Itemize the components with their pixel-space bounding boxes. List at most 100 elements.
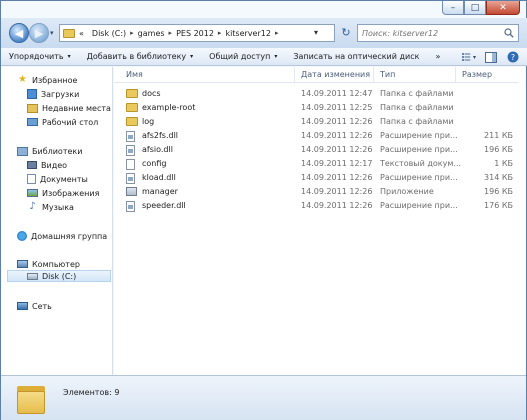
file-name: afsio.dll — [142, 145, 173, 154]
column-divider[interactable] — [294, 67, 295, 83]
nav-homegroup-label: Домашняя группа — [31, 231, 108, 241]
nav-computer[interactable]: Компьютер — [17, 258, 80, 270]
disk-drive-icon — [27, 272, 38, 280]
column-divider[interactable] — [455, 67, 456, 83]
more-commands-button[interactable]: » — [427, 52, 448, 61]
minimize-button[interactable]: – — [442, 1, 464, 15]
breadcrumb-kitserver12[interactable]: kitserver12 — [225, 29, 271, 38]
recent-places-icon — [27, 103, 38, 113]
file-type: Папка с файлами — [380, 117, 454, 126]
item-count: Элементов: 9 — [63, 388, 120, 397]
close-button[interactable]: ✕ — [486, 1, 520, 15]
forward-button[interactable]: ▶ — [29, 23, 49, 43]
column-type[interactable]: Тип — [380, 70, 395, 79]
file-type: Папка с файлами — [380, 89, 454, 98]
share-label: Общий доступ — [209, 52, 271, 61]
file-row[interactable]: kload.dll 14.09.2011 12:26 Расширение при.… — [114, 171, 521, 185]
nav-disk-c[interactable]: Disk (C:) — [7, 270, 111, 282]
address-bar[interactable]: « Disk (C:) ▸ games ▸ PES 2012 ▸ kitserv… — [59, 24, 335, 42]
view-controls: ▾ ? — [462, 50, 520, 64]
file-name: afs2fs.dll — [142, 131, 179, 140]
nav-homegroup[interactable]: Домашняя группа — [17, 230, 107, 242]
breadcrumb-disk[interactable]: Disk (C:) — [92, 29, 126, 38]
search-icon[interactable] — [504, 28, 514, 38]
nav-video[interactable]: Видео — [27, 159, 67, 171]
list-view-icon — [462, 53, 471, 61]
share-menu[interactable]: Общий доступ ▾ — [201, 52, 285, 61]
add-to-library-menu[interactable]: Добавить в библиотеку ▾ — [79, 52, 202, 61]
breadcrumb-separator[interactable]: ▸ — [169, 29, 173, 37]
file-type: Папка с файлами — [380, 103, 454, 112]
file-row[interactable]: afsio.dll 14.09.2011 12:26 Расширение при.… — [114, 143, 521, 157]
file-type: Расширение при... — [380, 131, 458, 140]
back-button[interactable]: ◀ — [9, 23, 29, 43]
folder-icon — [126, 103, 138, 112]
explorer-window: – □ ✕ ◀ ▶ ▾ « Disk (C:) ▸ games ▸ PES 20… — [0, 0, 527, 420]
nav-video-label: Видео — [41, 160, 68, 170]
maximize-button[interactable]: □ — [464, 1, 486, 15]
burn-button[interactable]: Записать на оптический диск — [285, 52, 427, 61]
search-box[interactable] — [357, 24, 519, 42]
file-row[interactable]: config 14.09.2011 12:17 Текстовый докум...… — [114, 157, 521, 171]
file-name: example-root — [142, 103, 196, 112]
view-options-button[interactable]: ▾ — [462, 50, 476, 64]
file-row[interactable]: manager 14.09.2011 12:26 Приложение 196 КБ — [114, 185, 521, 199]
nav-documents[interactable]: Документы — [27, 173, 88, 185]
file-type: Приложение — [380, 187, 434, 196]
music-icon: ♪ — [29, 201, 36, 212]
dll-file-icon — [126, 173, 135, 184]
preview-pane-button[interactable] — [484, 50, 498, 64]
more-label: » — [435, 52, 441, 61]
nav-desktop[interactable]: Рабочий стол — [27, 116, 98, 128]
burn-label: Записать на оптический диск — [293, 52, 420, 61]
nav-downloads[interactable]: Загрузки — [27, 88, 79, 100]
file-row[interactable]: afs2fs.dll 14.09.2011 12:26 Расширение при… — [114, 129, 521, 143]
breadcrumb-overflow[interactable]: « — [79, 29, 84, 38]
recent-pages-dropdown[interactable]: ▾ — [50, 29, 54, 37]
column-size[interactable]: Размер — [462, 70, 492, 79]
breadcrumb-pes2012[interactable]: PES 2012 — [176, 29, 214, 38]
add-to-library-label: Добавить в библиотеку — [86, 52, 187, 61]
nav-libraries[interactable]: Библиотеки — [17, 145, 82, 157]
dll-file-icon — [126, 131, 135, 142]
file-row[interactable]: docs 14.09.2011 12:47 Папка с файлами — [114, 87, 521, 101]
column-divider[interactable] — [373, 67, 374, 83]
caption-buttons: – □ ✕ — [442, 1, 520, 15]
network-icon — [17, 302, 28, 310]
desktop-icon — [27, 118, 38, 126]
file-row[interactable]: speeder.dll 14.09.2011 12:26 Расширение пр… — [114, 199, 521, 213]
svg-text:?: ? — [511, 53, 515, 62]
file-size: 211 КБ — [484, 131, 513, 140]
nav-images[interactable]: Изображения — [27, 187, 99, 199]
breadcrumb-separator[interactable]: ▸ — [130, 29, 134, 37]
nav-favorites[interactable]: ★ Избранное — [17, 74, 77, 86]
file-date: 14.09.2011 12:26 — [301, 145, 373, 154]
folder-icon — [63, 28, 75, 38]
breadcrumb-games[interactable]: games — [138, 29, 165, 38]
video-icon — [27, 161, 37, 169]
nav-network[interactable]: Сеть — [17, 300, 52, 312]
vertical-scrollbar[interactable] — [519, 67, 525, 375]
column-name[interactable]: Имя — [126, 70, 143, 79]
file-size: 196 КБ — [484, 187, 513, 196]
breadcrumb-separator[interactable]: ▸ — [218, 29, 222, 37]
refresh-button[interactable]: ↻ — [339, 26, 353, 40]
nav-recent[interactable]: Недавние места — [27, 102, 111, 114]
nav-disk-label: Disk (C:) — [42, 271, 77, 281]
nav-desktop-label: Рабочий стол — [42, 117, 99, 127]
column-date[interactable]: Дата изменения — [301, 70, 370, 79]
search-input[interactable] — [358, 25, 496, 41]
details-pane: Элементов: 9 — [1, 375, 526, 420]
folder-icon — [126, 117, 138, 126]
file-row[interactable]: log 14.09.2011 12:26 Папка с файлами — [114, 115, 521, 129]
breadcrumb-separator[interactable]: ▸ — [275, 29, 279, 37]
address-history-dropdown[interactable]: ▾ — [314, 28, 318, 37]
file-size: 314 КБ — [484, 173, 513, 182]
folder-icon — [126, 89, 138, 98]
nav-downloads-label: Загрузки — [41, 89, 80, 99]
file-row[interactable]: example-root 14.09.2011 12:25 Папка с файл… — [114, 101, 521, 115]
help-button[interactable]: ? — [506, 50, 520, 64]
file-name: docs — [142, 89, 161, 98]
nav-music[interactable]: ♪ Музыка — [27, 201, 74, 213]
organize-menu[interactable]: Упорядочить ▾ — [1, 52, 79, 61]
